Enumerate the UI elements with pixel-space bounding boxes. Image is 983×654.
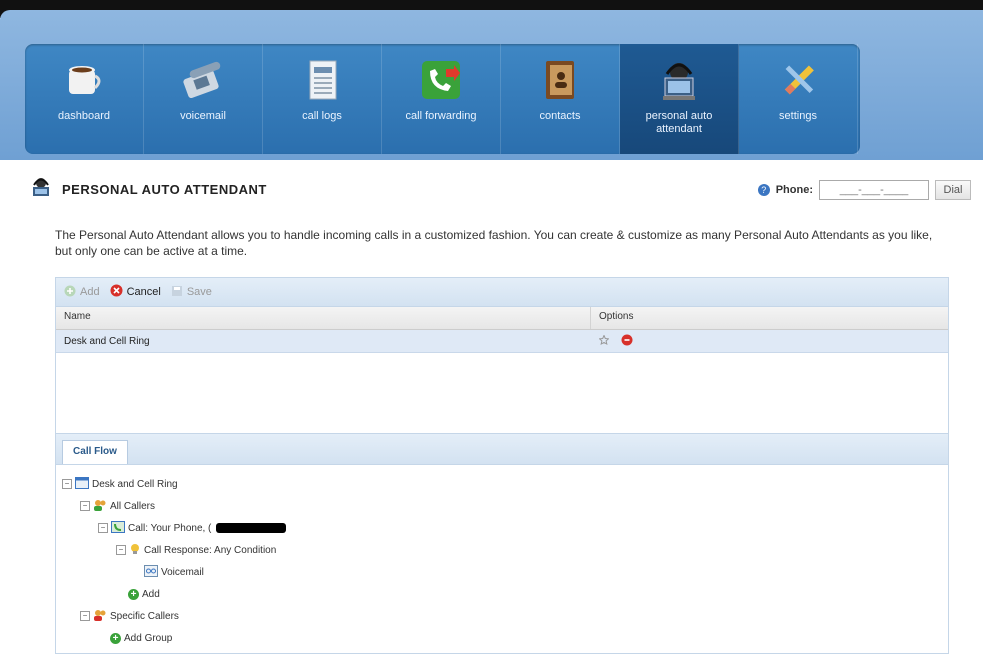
phone-dial-area: ? Phone: Dial — [757, 180, 971, 200]
pencil-tools-icon — [776, 58, 820, 102]
add-icon: + — [128, 588, 139, 600]
phone-input[interactable] — [819, 180, 929, 200]
list-empty-area — [56, 353, 948, 433]
users-icon — [93, 499, 107, 514]
collapse-icon[interactable]: − — [80, 501, 90, 511]
tree-node-add-group[interactable]: + Add Group — [62, 627, 948, 649]
tree-node-label: Desk and Cell Ring — [92, 478, 178, 490]
users-icon — [93, 609, 107, 624]
attendant-panel: Add Cancel Save Name Options Desk and Ce… — [55, 277, 949, 654]
voicemail-icon — [144, 564, 158, 580]
calendar-icon — [75, 476, 89, 492]
collapse-icon[interactable]: − — [116, 545, 126, 555]
coffee-mug-icon — [62, 58, 106, 102]
tree-node-voicemail[interactable]: Voicemail — [62, 561, 948, 583]
row-name: Desk and Cell Ring — [64, 335, 150, 347]
operator-headset-icon — [657, 58, 701, 102]
nav-call-logs[interactable]: call logs — [263, 44, 382, 154]
nav-contacts[interactable]: contacts — [501, 44, 620, 154]
cancel-icon — [110, 284, 123, 300]
tree-node-call-phone[interactable]: − Call: Your Phone, ( — [62, 517, 948, 539]
page-description: The Personal Auto Attendant allows you t… — [55, 228, 933, 258]
cancel-button[interactable]: Cancel — [110, 284, 161, 300]
tree-node-call-response[interactable]: − Call Response: Any Condition — [62, 539, 948, 561]
table-row[interactable]: Desk and Cell Ring — [56, 330, 948, 353]
telephone-icon — [181, 58, 225, 102]
tree-node-all-callers[interactable]: − All Callers — [62, 495, 948, 517]
nav-label: voicemail — [180, 110, 226, 122]
tree-node-label: Call: Your Phone, ( — [128, 522, 212, 534]
add-button[interactable]: Add — [64, 285, 100, 300]
phone-label: Phone: — [775, 184, 813, 196]
nav-call-forwarding[interactable]: call forwarding — [382, 44, 501, 154]
save-icon — [171, 285, 183, 300]
collapse-icon[interactable]: − — [62, 479, 72, 489]
operator-headset-icon — [30, 176, 52, 203]
nav-dashboard[interactable]: dashboard — [25, 44, 144, 154]
tree-node-root[interactable]: − Desk and Cell Ring — [62, 473, 948, 495]
column-name[interactable]: Name — [56, 307, 591, 329]
add-icon: + — [110, 632, 121, 644]
nav-settings[interactable]: settings — [739, 44, 858, 154]
toolbar: Add Cancel Save — [56, 278, 948, 307]
callflow-tree: − Desk and Cell Ring − All Callers − Cal… — [56, 465, 948, 649]
dial-button[interactable]: Dial — [935, 180, 971, 200]
tree-node-label: Add — [142, 588, 160, 600]
row-options — [591, 330, 948, 353]
collapse-icon[interactable]: − — [98, 523, 108, 533]
collapse-icon[interactable]: − — [80, 611, 90, 621]
nav-label: contacts — [539, 110, 581, 122]
phone-call-icon — [111, 520, 125, 536]
address-book-icon — [538, 58, 582, 102]
nav-personal-auto-attendant[interactable]: personal auto attendant — [620, 44, 739, 154]
add-icon — [64, 285, 76, 300]
save-button[interactable]: Save — [171, 285, 212, 300]
cancel-button-label: Cancel — [126, 286, 161, 298]
tree-node-label: Call Response: Any Condition — [144, 544, 277, 556]
main-nav: dashboard voicemail call logs call forwa… — [25, 44, 860, 154]
nav-label: dashboard — [58, 110, 110, 122]
save-button-label: Save — [186, 286, 212, 298]
tree-node-label: Specific Callers — [110, 610, 179, 622]
tree-node-label: Voicemail — [161, 566, 204, 578]
page-title: PERSONAL AUTO ATTENDANT — [62, 181, 267, 197]
phone-forward-icon — [419, 58, 463, 102]
tree-node-label: All Callers — [110, 500, 156, 512]
nav-label: personal auto attendant — [645, 110, 713, 135]
callflow-tabstrip: Call Flow — [56, 433, 948, 465]
nav-label: settings — [779, 110, 817, 122]
help-icon[interactable]: ? — [757, 184, 770, 196]
nav-voicemail[interactable]: voicemail — [144, 44, 263, 154]
header-band: dashboard voicemail call logs call forwa… — [0, 10, 983, 160]
delete-icon[interactable] — [621, 334, 633, 349]
main-content: PERSONAL AUTO ATTENDANT ? Phone: Dial Th… — [0, 160, 983, 654]
tab-call-flow[interactable]: Call Flow — [62, 440, 128, 464]
add-button-label: Add — [80, 286, 100, 298]
tree-node-label: Add Group — [124, 632, 173, 644]
nav-label: call forwarding — [405, 110, 477, 122]
nav-label: call logs — [302, 110, 342, 122]
lightbulb-icon — [129, 543, 141, 558]
redacted-number — [216, 523, 287, 533]
table-header: Name Options — [56, 307, 948, 330]
page-title-row: PERSONAL AUTO ATTENDANT — [30, 176, 267, 203]
column-options[interactable]: Options — [591, 307, 948, 329]
tree-node-add[interactable]: + Add — [62, 583, 948, 605]
star-icon[interactable] — [598, 333, 610, 348]
tree-node-specific-callers[interactable]: − Specific Callers — [62, 605, 948, 627]
document-log-icon — [300, 58, 344, 102]
